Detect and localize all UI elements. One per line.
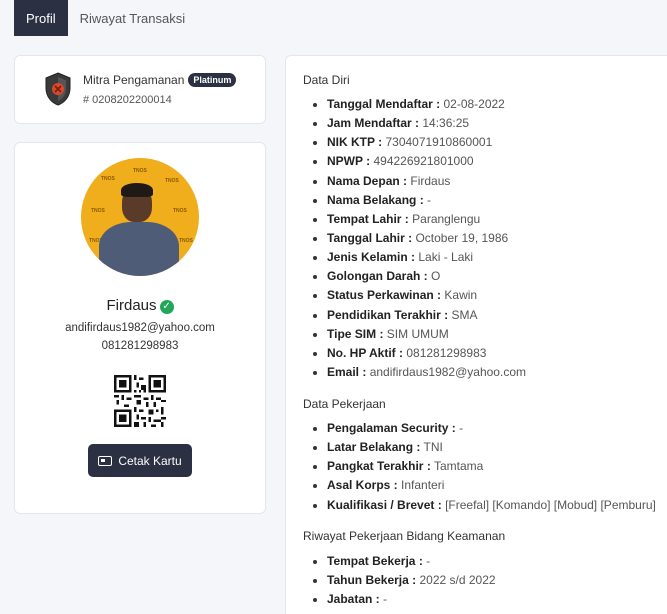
id-card-icon [98,455,113,466]
mitra-title: Mitra Pengamanan Platinum [83,73,237,87]
list-item: Latar Belakang : TNI [310,438,656,457]
qr-code [114,375,166,427]
mitra-label: Mitra Pengamanan [83,73,185,87]
list-item: Nama Belakang : - [310,191,526,210]
data-diri-list: Tanggal Mendaftar : 02-08-2022 Jam Menda… [310,95,526,382]
section-data-pekerjaan: Data Pekerjaan [303,397,386,411]
list-item: Tahun Bekerja : 2022 s/d 2022 [310,571,496,590]
avatar: TNOS TNOS TNOS TNOS TNOS TNOS TNOS [81,158,199,276]
list-item: Golongan Darah : O [310,267,526,286]
tab-bar: Profil Riwayat Transaksi [14,0,197,36]
list-item: Jenis Kelamin : Laki - Laki [310,248,526,267]
list-item: NPWP : 494226921801000 [310,152,526,171]
profile-phone: 081281298983 [101,340,179,352]
profile-email: andifirdaus1982@yahoo.com [65,322,215,334]
list-item: Nama Depan : Firdaus [310,172,526,191]
list-item: Tanggal Mendaftar : 02-08-2022 [310,95,526,114]
list-item: Tempat Bekerja : - [310,552,496,571]
mitra-card: Mitra Pengamanan Platinum # 020820220001… [14,55,266,124]
profile-card: TNOS TNOS TNOS TNOS TNOS TNOS TNOS Firda… [14,142,266,514]
shield-icon [45,72,71,106]
platinum-badge: Platinum [188,73,237,87]
list-item: Email : andifirdaus1982@yahoo.com [310,363,526,382]
riwayat-list: Tempat Bekerja : - Tahun Bekerja : 2022 … [310,552,496,609]
tab-riwayat-transaksi[interactable]: Riwayat Transaksi [68,0,197,36]
check-circle-icon: ✓ [159,300,174,314]
list-item: Jabatan : - [310,590,496,609]
profile-name: Firdaus ✓ [15,297,265,314]
section-data-diri: Data Diri [303,73,350,87]
list-item: Asal Korps : Infanteri [310,476,656,495]
section-riwayat: Riwayat Pekerjaan Bidang Keamanan [303,529,506,543]
tab-profil[interactable]: Profil [14,0,68,36]
list-item: Tempat Lahir : Paranglengu [310,210,526,229]
list-item: NIK KTP : 7304071910860001 [310,133,526,152]
data-pekerjaan-list: Pengalaman Security : - Latar Belakang :… [310,419,656,515]
list-item: Pendidikan Terakhir : SMA [310,306,526,325]
list-item: Tanggal Lahir : October 19, 1986 [310,229,526,248]
print-card-button[interactable]: Cetak Kartu [88,444,192,477]
list-item: No. HP Aktif : 081281298983 [310,344,526,363]
profile-name-text: Firdaus [106,297,157,314]
list-item: Tipe SIM : SIM UMUM [310,325,526,344]
list-item: Pangkat Terakhir : Tamtama [310,457,656,476]
mitra-id: # 0208202200014 [83,94,172,106]
list-item: Kualifikasi / Brevet : [Freefal] [Komand… [310,496,656,515]
detail-card: Data Diri Tanggal Mendaftar : 02-08-2022… [285,55,667,614]
list-item: Status Perkawinan : Kawin [310,286,526,305]
print-card-label: Cetak Kartu [118,453,182,468]
list-item: Pengalaman Security : - [310,419,656,438]
list-item: Jam Mendaftar : 14:36:25 [310,114,526,133]
